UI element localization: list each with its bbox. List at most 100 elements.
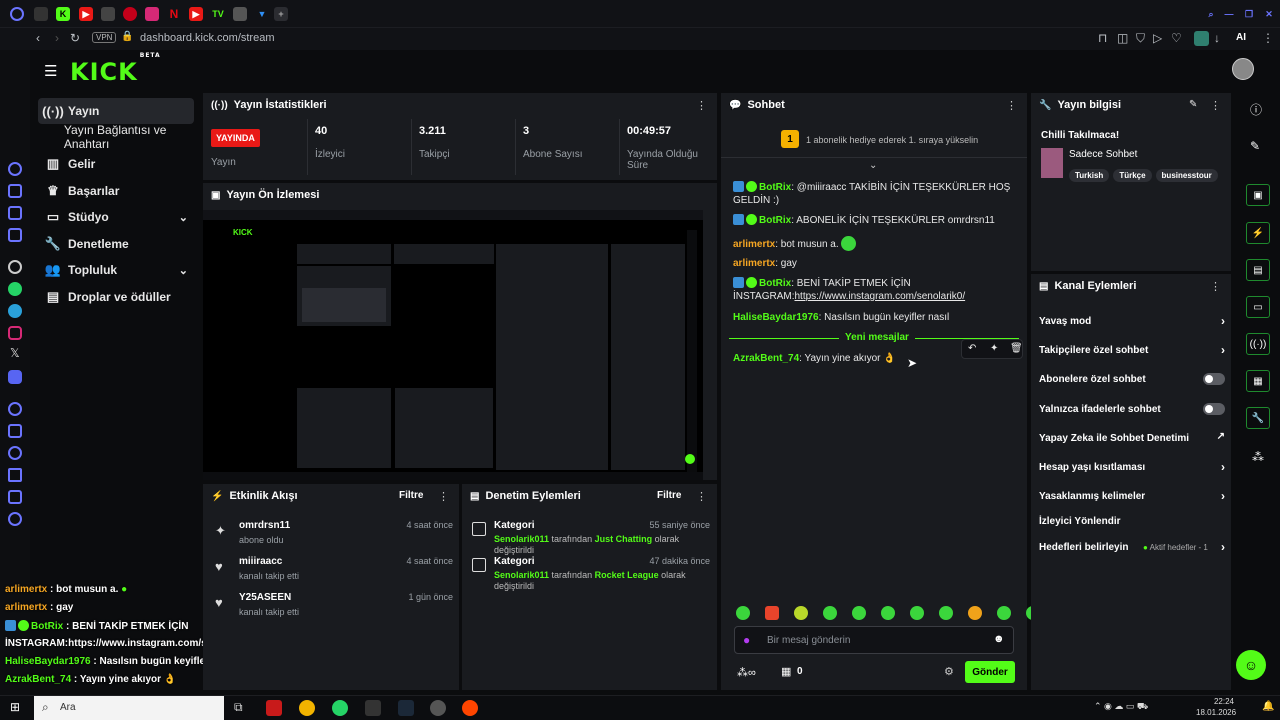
emote-icon[interactable]	[968, 606, 982, 620]
tv-tab-icon[interactable]: TV	[211, 7, 225, 21]
nav-item-yayin[interactable]: ((·)) Yayın	[38, 98, 194, 124]
netflix-tab-icon[interactable]: N	[167, 7, 181, 21]
youtube-tab-icon[interactable]: ▶	[79, 7, 93, 21]
pinned-message[interactable]: 1 abonelik hediye ederek 1. sıraya yükse…	[806, 135, 978, 145]
pin-icon[interactable]: ✦	[990, 343, 998, 354]
extension-icon[interactable]	[1194, 31, 1209, 46]
whatsapp-icon[interactable]	[8, 282, 22, 296]
info-icon[interactable]: ⓘ	[1250, 101, 1262, 118]
toggle-switch[interactable]	[1203, 373, 1225, 385]
filter-button[interactable]: Filtre	[657, 490, 681, 501]
search-icon[interactable]: ⌕	[1204, 7, 1218, 21]
youtube-tab-icon[interactable]: ▶	[189, 7, 203, 21]
avatar[interactable]	[1232, 58, 1254, 80]
action-slow-mode[interactable]: Yavaş mod ›	[1039, 314, 1225, 328]
action-followers-only[interactable]: Takipçilere özel sohbet ›	[1039, 343, 1225, 357]
emote-icon[interactable]	[881, 606, 895, 620]
history-icon[interactable]	[8, 446, 22, 460]
tab-icon[interactable]	[101, 7, 115, 21]
minimize-icon[interactable]: —	[1222, 7, 1236, 21]
menu-icon[interactable]: ⋮	[1262, 31, 1274, 45]
reload-icon[interactable]: ↻	[70, 31, 80, 45]
epic-games-icon[interactable]	[365, 700, 381, 716]
toggle-switch[interactable]	[1203, 403, 1225, 415]
hamburger-menu-icon[interactable]: ☰	[44, 62, 57, 80]
nav-item-droplar[interactable]: ▤ Droplar ve ödüller	[38, 284, 194, 310]
task-view-icon[interactable]: ⧉	[234, 700, 243, 715]
stream-preview-video[interactable]: KICK	[203, 210, 703, 480]
tab-icon[interactable]	[123, 7, 137, 21]
chatgpt-icon[interactable]	[8, 260, 22, 274]
screenshot-icon[interactable]: ▣	[1246, 184, 1270, 206]
steam-icon[interactable]	[398, 700, 414, 716]
action-account-age[interactable]: Hesap yaşı kısıtlaması ›	[1039, 460, 1225, 474]
action-redirect-viewers[interactable]: İzleyici Yönlendir	[1039, 516, 1225, 527]
sidebar-app-icon[interactable]	[8, 206, 22, 220]
tab-icon[interactable]: ▼	[255, 7, 269, 21]
bolt-icon[interactable]: ⚡	[1246, 222, 1270, 244]
settings-icon[interactable]	[8, 512, 22, 526]
app-icon[interactable]	[430, 700, 446, 716]
tab-icon[interactable]	[34, 7, 48, 21]
points-icon[interactable]: ⁂∞	[737, 666, 756, 679]
chat-icon[interactable]: ▭	[1246, 296, 1270, 318]
emote-icon[interactable]	[997, 606, 1011, 620]
wrench-icon[interactable]: 🔧	[1246, 407, 1270, 429]
support-button[interactable]: ☺	[1236, 650, 1266, 680]
back-icon[interactable]: ‹	[36, 31, 40, 45]
action-ai-moderation[interactable]: Yapay Zeka ile Sohbet Denetimi ↗	[1039, 431, 1225, 444]
ai-button[interactable]: AI	[1236, 32, 1246, 43]
browser-logo-icon[interactable]	[10, 7, 24, 21]
emote-icon[interactable]	[823, 606, 837, 620]
instagram-icon[interactable]	[8, 326, 22, 340]
activity-user[interactable]: omrdrsn11	[239, 520, 290, 531]
emote-icon[interactable]	[852, 606, 866, 620]
category-name[interactable]: Sadece Sohbet	[1069, 149, 1137, 160]
microphone-icon[interactable]: ●	[743, 633, 750, 647]
kick-tab-icon[interactable]: K	[56, 7, 70, 21]
sidebar-app-icon[interactable]	[8, 228, 22, 242]
sidebar-app-icon[interactable]	[8, 162, 22, 176]
clock-date[interactable]: 18.01.2026	[1196, 708, 1236, 717]
sidebar-app-icon[interactable]	[8, 402, 22, 416]
filter-button[interactable]: Filtre	[399, 490, 423, 501]
action-banned-words[interactable]: Yasaklanmış kelimeler ›	[1039, 489, 1225, 503]
chevron-down-icon[interactable]: ⌄	[869, 160, 877, 171]
bookmark-icon[interactable]: ⊓	[1098, 31, 1107, 45]
settings-icon[interactable]: ⚙	[944, 665, 954, 678]
shield-icon[interactable]: ⛉	[1136, 31, 1145, 46]
url-text[interactable]: dashboard.kick.com/stream	[140, 32, 275, 44]
edit-icon[interactable]: ✎	[1250, 139, 1260, 153]
telegram-icon[interactable]	[8, 304, 22, 318]
notification-icon[interactable]: 🔔	[1262, 701, 1274, 712]
reply-icon[interactable]: ↶	[968, 343, 976, 354]
list-icon[interactable]: ▦	[1246, 370, 1270, 392]
edit-icon[interactable]: ✎	[1189, 99, 1197, 110]
windows-start-icon[interactable]: ⊞	[10, 700, 20, 714]
nav-item-stream-key[interactable]: Yayın Bağlantısı ve Anahtarı	[38, 123, 194, 151]
document-icon[interactable]: ▤	[1246, 259, 1270, 281]
points-icon[interactable]: ⁂	[1252, 450, 1264, 464]
more-icon[interactable]: ⋮	[438, 490, 449, 503]
action-goals[interactable]: Hedefleri belirleyin ● Aktif hedefler - 1…	[1039, 540, 1225, 554]
activity-user[interactable]: Y25ASEEN	[239, 592, 291, 603]
emote-icon[interactable]	[736, 606, 750, 620]
send-button[interactable]: Gönder	[965, 661, 1015, 683]
tag[interactable]: Türkçe	[1113, 169, 1152, 182]
clock-time[interactable]: 22:24	[1200, 697, 1234, 706]
kick-logo[interactable]: KICKBETA	[70, 52, 160, 86]
nav-item-denetleme[interactable]: 🔧 Denetleme	[38, 231, 194, 257]
snapshot-icon[interactable]: ◫	[1117, 31, 1128, 45]
more-icon[interactable]: ⋮	[696, 490, 707, 503]
discord-icon[interactable]	[8, 370, 22, 384]
more-icon[interactable]: ⋮	[1006, 99, 1017, 112]
x-icon[interactable]: 𝕏	[10, 346, 20, 360]
nav-item-studyo[interactable]: ▭ Stüdyo ⌄	[38, 204, 194, 230]
nav-item-gelir[interactable]: ▥ Gelir	[38, 151, 194, 177]
more-icon[interactable]: ⋮	[1210, 280, 1221, 293]
maximize-icon[interactable]: ❐	[1242, 7, 1256, 21]
more-icon[interactable]: ⋮	[1210, 99, 1221, 112]
nav-item-topluluk[interactable]: 👥 Topluluk ⌄	[38, 257, 194, 283]
chat-link[interactable]: https://www.instagram.com/senolarik0/	[794, 291, 965, 302]
close-icon[interactable]: ✕	[1262, 7, 1276, 21]
